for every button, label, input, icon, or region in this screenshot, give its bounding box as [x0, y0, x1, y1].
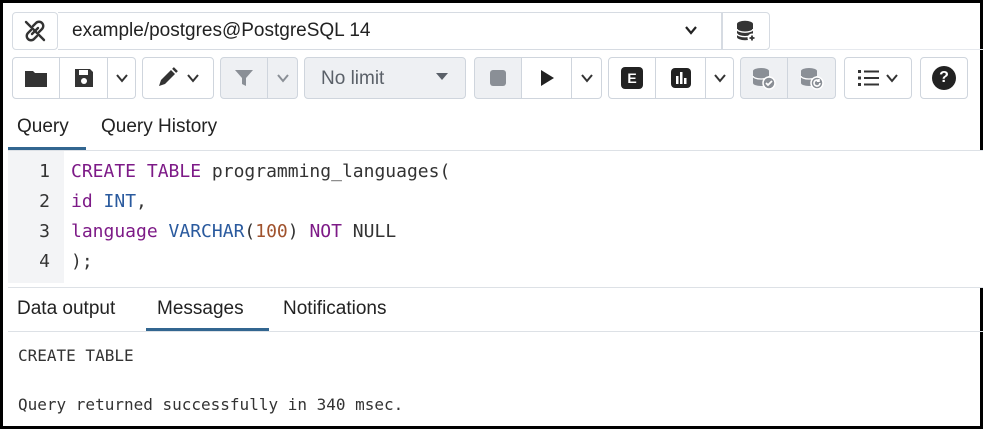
query-toolbar: No limit E ? — [8, 53, 983, 101]
edit-button[interactable] — [142, 57, 214, 99]
explain-icon: E — [621, 67, 643, 89]
code-token: 100 — [255, 221, 288, 242]
connection-bar-spacer — [770, 12, 983, 50]
line-number: 2 — [39, 191, 50, 212]
code-text: ); — [71, 251, 93, 272]
connection-status-button[interactable] — [12, 12, 58, 50]
code-token: ) — [287, 221, 310, 242]
code-token: NOT — [309, 221, 342, 242]
filter-button[interactable] — [220, 57, 268, 99]
chevron-down-icon — [115, 71, 129, 85]
code-token: language — [71, 221, 158, 242]
output-tab-bar: Data output Messages Notifications — [8, 287, 983, 332]
tab-query-history[interactable]: Query History — [101, 116, 217, 138]
connection-name: example/postgres@PostgreSQL 14 — [72, 20, 371, 41]
database-icon — [735, 19, 757, 43]
edit-pen-icon — [156, 67, 182, 89]
code-token: VARCHAR — [168, 221, 245, 242]
chevron-down-icon — [580, 71, 594, 85]
chevron-down-icon — [713, 71, 727, 85]
rollback-icon — [799, 66, 825, 90]
message-line: Query returned successfully in 340 msec. — [18, 395, 404, 414]
messages-panel: CREATE TABLE Query returned successfully… — [8, 333, 983, 427]
execute-options-dropdown[interactable] — [572, 57, 602, 99]
tab-notifications[interactable]: Notifications — [283, 298, 387, 320]
explain-analyze-button[interactable] — [656, 57, 706, 99]
tab-query[interactable]: Query — [17, 116, 69, 138]
rollback-button[interactable] — [788, 57, 836, 99]
database-button[interactable] — [722, 12, 770, 50]
code-line: 1 CREATE TABLE programming_languages( — [8, 157, 983, 187]
folder-icon — [24, 68, 48, 88]
connection-bar: example/postgres@PostgreSQL 14 — [8, 8, 983, 50]
query-tool-window: example/postgres@PostgreSQL 14 No limit … — [0, 0, 983, 429]
code-line: 3 language VARCHAR(100) NOT NULL — [8, 217, 983, 247]
caret-down-icon — [435, 72, 449, 82]
save-options-dropdown[interactable] — [108, 57, 136, 99]
active-tab-indicator — [146, 328, 269, 331]
tab-data-output[interactable]: Data output — [17, 298, 115, 320]
save-icon — [73, 67, 95, 89]
macros-button[interactable] — [844, 57, 912, 99]
explain-options-dropdown[interactable] — [706, 57, 734, 99]
code-text: language VARCHAR(100) NOT NULL — [71, 221, 396, 242]
connection-select[interactable]: example/postgres@PostgreSQL 14 — [58, 12, 722, 50]
code-token: CREATE — [71, 161, 137, 182]
editor-tab-bar: Query Query History — [8, 106, 983, 151]
help-icon: ? — [932, 66, 956, 90]
link-icon — [22, 18, 48, 44]
code-text: CREATE TABLE programming_languages( — [71, 161, 450, 182]
row-limit-value: No limit — [321, 68, 385, 89]
code-token: INT — [103, 191, 137, 212]
stop-query-button[interactable] — [474, 57, 522, 99]
commit-button[interactable] — [740, 57, 788, 99]
code-token: TABLE — [146, 161, 202, 182]
stop-icon — [489, 69, 507, 87]
message-line: CREATE TABLE — [18, 346, 134, 365]
code-token: , — [136, 191, 147, 212]
line-number: 3 — [39, 221, 50, 242]
active-tab-indicator — [8, 147, 86, 150]
line-number: 1 — [39, 161, 50, 182]
explain-analyze-icon — [670, 67, 692, 89]
play-icon — [537, 68, 557, 88]
filter-options-dropdown[interactable] — [268, 57, 298, 99]
code-text: id INT, — [71, 191, 147, 212]
open-file-button[interactable] — [12, 57, 60, 99]
code-token: ( — [244, 221, 256, 242]
save-file-button[interactable] — [60, 57, 108, 99]
code-line: 2 id INT, — [8, 187, 983, 217]
code-token: programming_languages( — [201, 161, 451, 182]
code-token: id — [71, 191, 93, 212]
execute-query-button[interactable] — [522, 57, 572, 99]
code-token: NULL — [341, 221, 397, 242]
chevron-down-icon — [683, 22, 699, 38]
row-limit-select[interactable]: No limit — [304, 57, 466, 99]
chevron-down-icon — [186, 71, 200, 85]
explain-button[interactable]: E — [608, 57, 656, 99]
tab-messages[interactable]: Messages — [157, 298, 244, 320]
filter-icon — [233, 67, 255, 89]
code-line: 4 ); — [8, 247, 983, 277]
code-token: ); — [71, 251, 93, 272]
chevron-down-icon — [276, 71, 290, 85]
help-button[interactable]: ? — [920, 57, 968, 99]
commit-icon — [751, 66, 777, 90]
chevron-down-icon — [885, 71, 899, 85]
sql-editor[interactable]: 1 CREATE TABLE programming_languages( 2 … — [8, 151, 983, 287]
macros-icon — [857, 68, 881, 88]
line-number: 4 — [39, 251, 50, 272]
